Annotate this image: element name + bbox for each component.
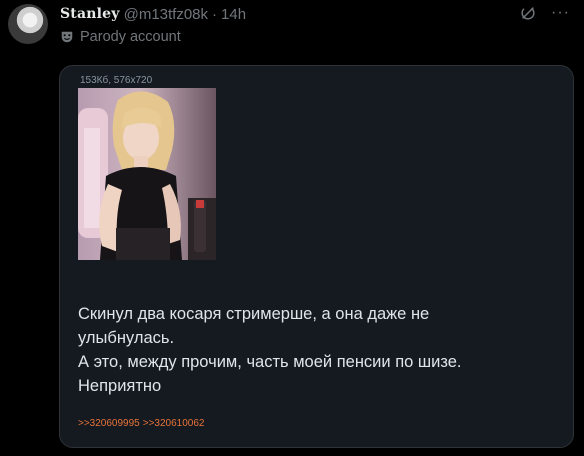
post-actions: ··· — [519, 4, 570, 22]
post-text-line: Скинул два косаря стримерше, а она даже … — [78, 305, 430, 323]
more-options-icon[interactable]: ··· — [551, 5, 570, 21]
post-text: Скинул два косаря стримерше, а она даже … — [78, 302, 548, 398]
reply-link[interactable]: >>320610062 — [143, 418, 205, 429]
author-handle[interactable]: @m13tfz08k — [124, 6, 208, 23]
grok-icon[interactable] — [519, 4, 537, 22]
reply-link[interactable]: >>320609995 — [78, 418, 140, 429]
separator-dot: · — [212, 5, 218, 23]
post-text-line: А это, между прочим, часть моей пенсии п… — [78, 353, 462, 371]
post-media[interactable]: 153Кб, 576x720 Скинул два косаря стример… — [59, 65, 574, 448]
photo-illustration — [78, 88, 216, 260]
author-avatar[interactable] — [8, 4, 48, 44]
theater-mask-icon — [61, 31, 73, 43]
post-header: Stanley @m13tfz08k · 14h — [60, 4, 246, 24]
reply-links: >>320609995 >>320610062 — [78, 418, 204, 429]
author-display-name[interactable]: Stanley — [60, 6, 120, 22]
parody-label-text: Parody account — [80, 29, 181, 45]
post-time[interactable]: 14h — [221, 6, 246, 23]
post-text-line: улыбнулась. — [78, 329, 175, 347]
post-text-line: Неприятно — [78, 377, 162, 395]
streamer-photo — [78, 88, 216, 260]
parody-label: Parody account — [60, 28, 181, 46]
file-info: 153Кб, 576x720 — [80, 75, 153, 86]
